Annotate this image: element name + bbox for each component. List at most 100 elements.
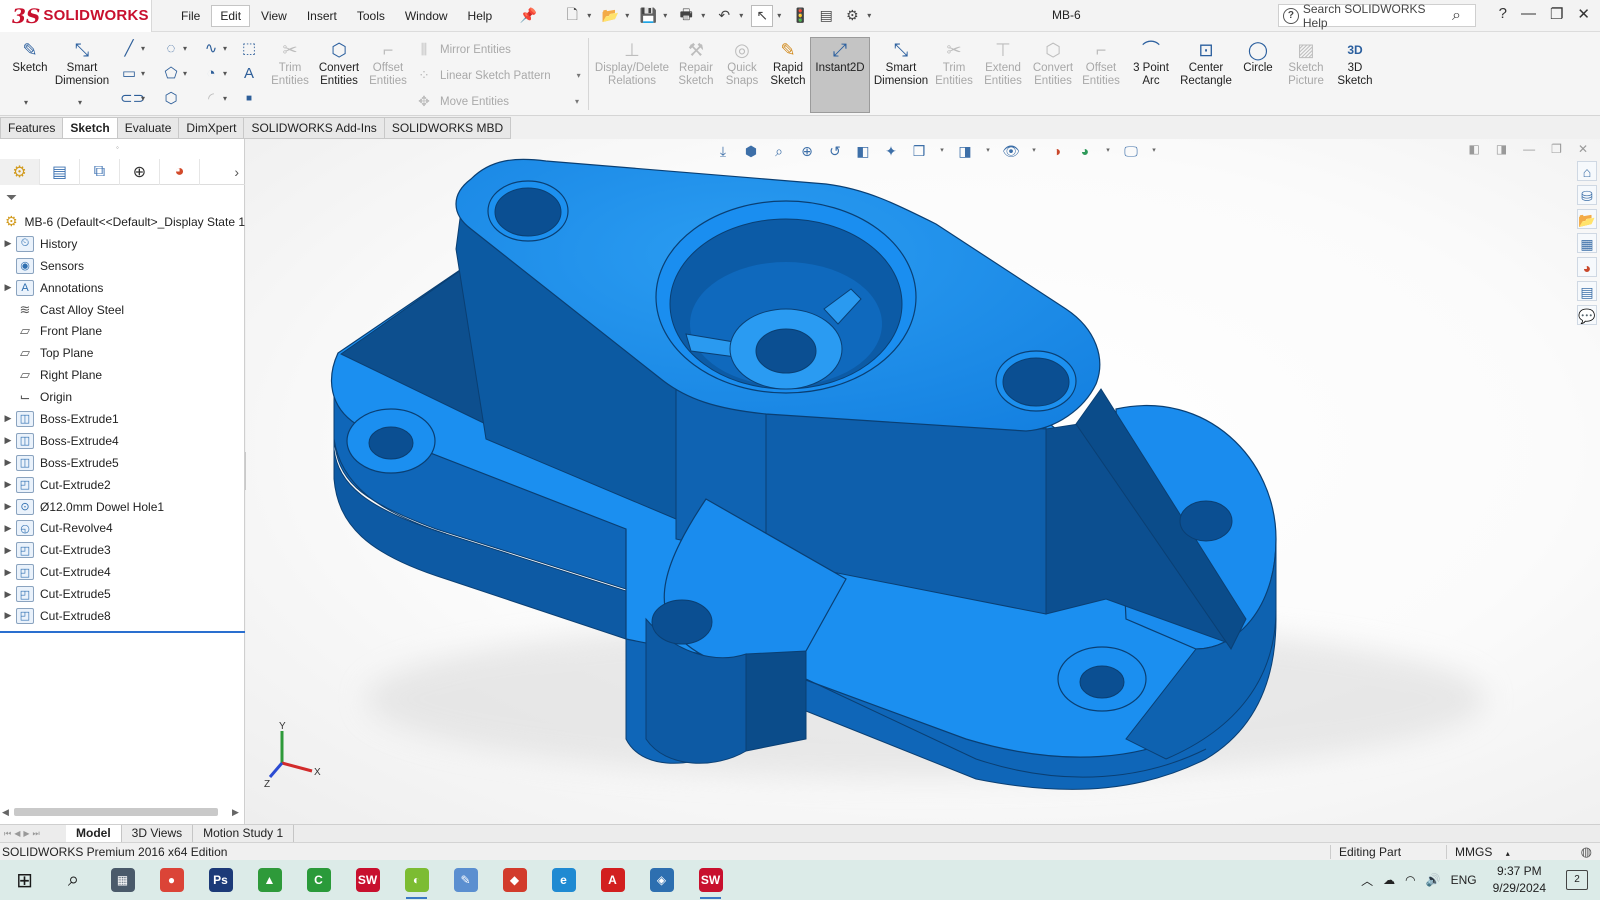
tree-item[interactable]: ▶ ◫ Boss-Extrude4 [0,430,245,452]
tree-root[interactable]: ⚙ MB-6 (Default<<Default>_Display State … [0,211,245,233]
calculator-app[interactable]: ▦ [98,860,147,900]
solidworks-app-running[interactable]: SW [686,860,735,900]
expand-arrow-icon[interactable]: ▶ [0,457,16,468]
slot-icon[interactable]: ⊂⊃ [120,90,145,108]
tree-item[interactable]: ▶ ◰ Cut-Extrude8 [0,605,245,627]
appearances-icon[interactable]: ◕ [1577,257,1597,277]
print-caret-icon[interactable]: ▾ [701,11,709,20]
three-point-arc-button[interactable]: ⌒ 3 Point Arc [1126,38,1176,110]
configuration-manager-tab-icon[interactable]: ⧉ [80,158,120,185]
select-arrow-icon[interactable]: ↖ [751,4,774,27]
tab-solidworks-mbd[interactable]: SOLIDWORKS MBD [384,117,512,139]
red-app[interactable]: ◆ [490,860,539,900]
last-tab-icon[interactable]: ⏭ [33,829,40,839]
tree-item[interactable]: ▱ Top Plane [0,342,245,364]
tree-item[interactable]: ▶ ⏲ History [0,233,245,255]
extend-entities-button[interactable]: ⊤ Extend Entities [978,38,1028,110]
menu-edit[interactable]: Edit [211,4,251,27]
tab-dimxpert[interactable]: DimXpert [179,117,245,139]
print-icon[interactable]: 🖶 [675,5,697,27]
solidworks-logo[interactable]: 3S SOLIDWORKS [0,0,152,32]
open-icon[interactable]: 📂 [599,5,621,27]
clock[interactable]: 9:37 PM 9/29/2024 [1493,863,1546,897]
polygon-icon[interactable]: ⬠ [162,65,180,83]
slot-caret-icon[interactable]: ▾ [141,94,145,103]
search-button[interactable]: ⌕ [49,860,98,900]
smart-dimension-2-button[interactable]: ⤡ Smart Dimension [872,38,930,110]
rectangle-icon[interactable]: ▭ [120,65,138,83]
center-rectangle-button[interactable]: ⊡ Center Rectangle [1176,38,1236,110]
expand-arrow-icon[interactable]: ▶ [0,413,16,424]
menu-file[interactable]: File [172,5,209,27]
sketch-button[interactable]: ✎ Sketch [2,38,58,110]
line-caret-icon[interactable]: ▾ [141,44,145,53]
tree-item[interactable]: ▶ ◫ Boss-Extrude1 [0,408,245,430]
offset-entities-2-button[interactable]: ⌐ Offset Entities [1076,38,1126,110]
new-caret-icon[interactable]: ▾ [587,11,595,20]
tree-item[interactable]: ▶ ◰ Cut-Extrude5 [0,583,245,605]
camtasia-app[interactable]: C [294,860,343,900]
quick-snaps-button[interactable]: ◎ Quick Snaps [718,38,766,110]
tree-item[interactable]: ▱ Right Plane [0,364,245,386]
pattern-caret-icon[interactable]: ▾ [577,71,581,80]
rebuild-status-icon[interactable]: ◍ [1581,844,1592,860]
help-menu-icon[interactable]: ? [1499,5,1507,23]
select-caret-icon[interactable]: ▾ [777,11,785,20]
solidworks-resources-icon[interactable]: ⌂ [1577,161,1597,181]
rebuild-icon[interactable]: 🚦 [789,5,811,27]
graphics-area[interactable]: ⤓ ⬢ ⌕ ⊕ ↺ ◧ ✦ ❒ ▾ ◨ ▾ 👁 ▾ ◑ ◕ ▾ 🖵 ▾ ◧ ◨ — ❐ ✕ [246,139,1600,824]
restore-icon[interactable]: ❐ [1550,5,1563,23]
move-caret-icon[interactable]: ▾ [575,97,579,106]
tree-item[interactable]: ▶ ◰ Cut-Extrude3 [0,539,245,561]
pin-icon[interactable]: 📌 [517,5,539,27]
custom-properties-icon[interactable]: ▤ [1577,281,1597,301]
undo-caret-icon[interactable]: ▾ [739,11,747,20]
save-caret-icon[interactable]: ▾ [663,11,671,20]
tree-item[interactable]: ▶ ◰ Cut-Extrude4 [0,561,245,583]
horizontal-scrollbar[interactable]: ◀ ▶ [0,805,245,819]
unit-system[interactable]: MMGS ▴ [1446,845,1566,859]
view-palette-icon[interactable]: ▦ [1577,233,1597,253]
display-manager-tab-icon[interactable]: ◕ [160,158,200,185]
expand-arrow-icon[interactable]: ▶ [0,545,16,556]
menu-window[interactable]: Window [396,5,457,27]
property-manager-tab-icon[interactable]: ▤ [40,158,80,185]
fillet-icon[interactable]: ◔ [202,65,220,83]
instant2d-button[interactable]: ⤢ Instant2D [810,37,870,113]
expand-arrow-icon[interactable]: ▶ [0,589,16,600]
tree-item[interactable]: ⌙ Origin [0,386,245,408]
filter-icon[interactable]: ⏷ [6,189,17,206]
plane-caret-icon[interactable]: ▾ [223,94,227,103]
menu-help[interactable]: Help [459,5,502,27]
tab-sketch[interactable]: Sketch [63,117,118,139]
feature-manager-tab-icon[interactable]: ⚙ [0,158,40,185]
menu-view[interactable]: View [252,5,296,27]
search-icon[interactable]: ⌕ [1452,7,1461,25]
green-app[interactable]: ◐ [392,860,441,900]
photoshop-app[interactable]: Ps [196,860,245,900]
sketch-picture-button[interactable]: ▨ Sketch Picture [1280,38,1332,110]
file-properties-icon[interactable]: ▤ [815,5,837,27]
expand-arrow-icon[interactable]: ▶ [0,238,16,249]
expand-arrow-icon[interactable]: ▶ [0,479,16,490]
tree-item[interactable]: ◉ Sensors [0,255,245,277]
tree-item[interactable]: ▶ ⊙ Ø12.0mm Dowel Hole1 [0,496,245,518]
expand-arrow-icon[interactable]: ▶ [0,567,16,578]
expand-arrow-icon[interactable]: ▶ [0,610,16,621]
expand-arrow-icon[interactable]: ▶ [0,501,16,512]
tab-3d-views[interactable]: 3D Views [122,824,194,843]
circle-button[interactable]: ◯ Circle [1236,38,1280,110]
new-document-icon[interactable]: 🗋 [561,5,583,27]
spline-caret-icon[interactable]: ▾ [223,44,227,53]
tree-item[interactable]: ▶ A Annotations [0,277,245,299]
next-tab-icon[interactable]: ▶ [23,829,29,839]
notifications-icon[interactable]: 2 [1566,870,1588,890]
paint-app[interactable]: ✎ [441,860,490,900]
open-caret-icon[interactable]: ▾ [625,11,633,20]
sketch-caret-icon[interactable]: ▾ [24,98,28,107]
wifi-icon[interactable]: ◠ [1405,873,1415,887]
tree-item[interactable]: ▶ ◰ Cut-Extrude2 [0,474,245,496]
start-button[interactable]: ⊞ [0,860,49,900]
options-caret-icon[interactable]: ▾ [867,11,875,20]
undo-icon[interactable]: ↶ [713,5,735,27]
